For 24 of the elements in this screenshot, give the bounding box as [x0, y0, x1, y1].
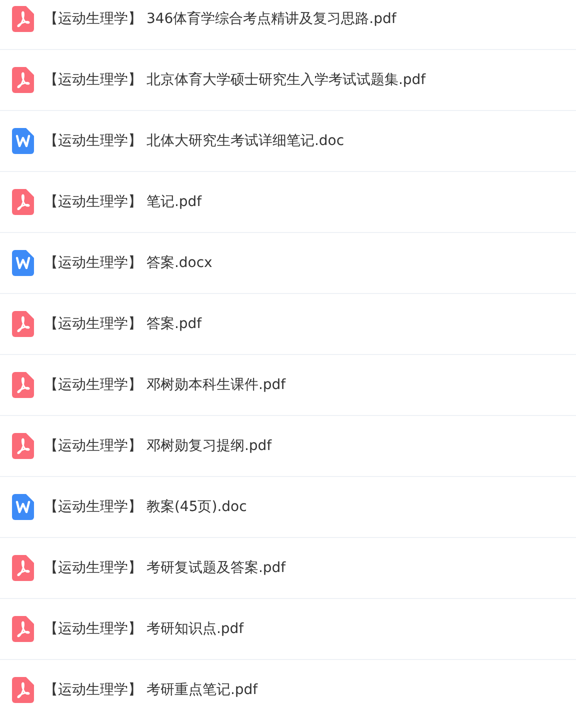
pdf-file-icon	[12, 189, 34, 215]
pdf-file-icon	[12, 6, 34, 32]
pdf-file-icon	[12, 616, 34, 642]
file-name[interactable]: 【运动生理学】 邓树勋本科生课件.pdf	[44, 374, 286, 396]
file-name[interactable]: 【运动生理学】 北京体育大学硕士研究生入学考试试题集.pdf	[44, 70, 426, 90]
pdf-file-icon	[12, 433, 34, 459]
pdf-file-icon	[12, 67, 34, 93]
pdf-file-icon	[12, 555, 34, 581]
file-name[interactable]: 【运动生理学】 邓树勋复习提纲.pdf	[44, 436, 272, 456]
file-name[interactable]: 【运动生理学】 笔记.pdf	[44, 192, 202, 212]
file-name[interactable]: 【运动生理学】 考研重点笔记.pdf	[44, 680, 258, 700]
file-name[interactable]: 【运动生理学】 考研复试题及答案.pdf	[44, 558, 286, 578]
file-name[interactable]: 【运动生理学】 答案.pdf	[44, 314, 202, 334]
pdf-file-icon	[12, 372, 34, 398]
word-file-icon	[12, 494, 34, 520]
file-name[interactable]: 【运动生理学】 教案(45页).doc	[44, 496, 247, 518]
word-file-icon	[12, 128, 34, 154]
file-name[interactable]: 【运动生理学】 北体大研究生考试详细笔记.doc	[44, 130, 344, 152]
file-name[interactable]: 【运动生理学】 346体育学综合考点精讲及复习思路.pdf	[44, 8, 396, 30]
pdf-file-icon	[12, 677, 34, 703]
file-name[interactable]: 【运动生理学】 考研知识点.pdf	[44, 618, 244, 640]
file-name[interactable]: 【运动生理学】 答案.docx	[44, 252, 212, 274]
word-file-icon	[12, 250, 34, 276]
pdf-file-icon	[12, 311, 34, 337]
